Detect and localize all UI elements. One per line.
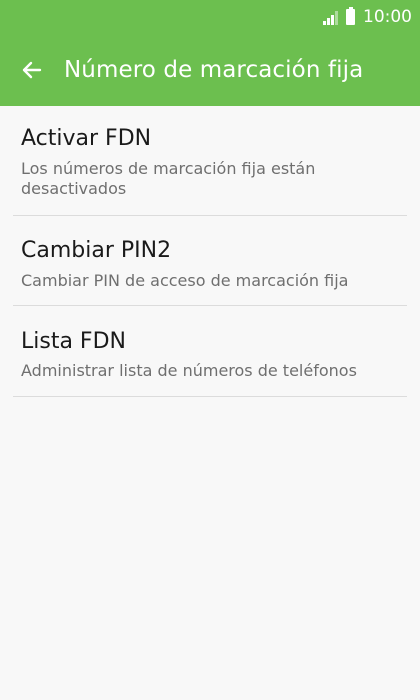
setting-title: Lista FDN (21, 329, 126, 354)
setting-lista-fdn[interactable]: Lista FDN Administrar lista de números d… (13, 306, 407, 397)
status-time: 10:00 (363, 7, 412, 27)
signal-icon (323, 9, 341, 25)
setting-subtitle: Los números de marcación fija están (21, 159, 316, 178)
arrow-left-icon (22, 61, 42, 79)
setting-title: Cambiar PIN2 (21, 238, 172, 263)
setting-title: Activar FDN (21, 126, 152, 151)
app-bar: Número de marcación fija (0, 36, 420, 106)
setting-subtitle: Cambiar PIN de acceso de marcación fija (21, 271, 349, 290)
back-button[interactable] (18, 56, 46, 84)
status-icons: 10:00 (323, 6, 412, 28)
settings-list: Activar FDN Los números de marcación fij… (0, 106, 420, 397)
setting-activar-fdn[interactable]: Activar FDN Los números de marcación fij… (13, 106, 407, 216)
status-bar: 10:00 (0, 0, 420, 36)
battery-icon (346, 7, 355, 25)
setting-subtitle: Administrar lista de números de teléfono… (21, 361, 357, 380)
setting-subtitle: desactivados (21, 179, 127, 198)
page-title: Número de marcación fija (64, 57, 364, 83)
setting-cambiar-pin2[interactable]: Cambiar PIN2 Cambiar PIN de acceso de ma… (13, 216, 407, 306)
